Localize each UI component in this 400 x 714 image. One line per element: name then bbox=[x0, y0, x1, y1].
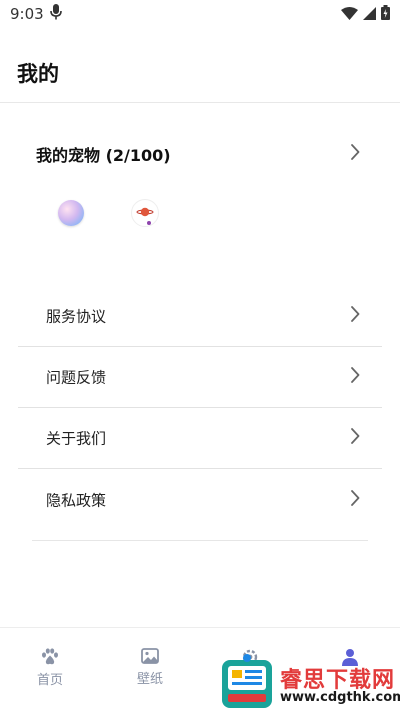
chevron-right-icon bbox=[350, 306, 360, 326]
menu-item-about-us[interactable]: 关于我们 bbox=[18, 408, 382, 469]
status-bar: 9:03 bbox=[0, 0, 400, 28]
menu-item-label: 隐私政策 bbox=[46, 491, 107, 509]
nav-label: 壁纸 bbox=[136, 672, 163, 687]
planet-pet-icon[interactable] bbox=[131, 199, 159, 227]
watermark-url: www.cdgthk.com bbox=[280, 690, 400, 705]
status-time: 9:03 bbox=[10, 5, 44, 23]
my-pets-title: 我的宠物 (2/100) bbox=[36, 146, 171, 165]
my-pets-row[interactable]: 我的宠物 (2/100) bbox=[0, 130, 400, 174]
nav-tab-wallpaper[interactable]: 壁纸 bbox=[110, 648, 190, 687]
menu-item-feedback[interactable]: 问题反馈 bbox=[18, 347, 382, 408]
wifi-icon bbox=[341, 5, 358, 24]
status-left: 9:03 bbox=[10, 4, 62, 24]
paw-icon bbox=[10, 648, 90, 665]
battery-icon bbox=[381, 4, 390, 24]
menu-item-service-agreement[interactable]: 服务协议 bbox=[18, 286, 382, 347]
chevron-right-icon bbox=[350, 367, 360, 387]
watermark-logo-icon bbox=[220, 652, 274, 714]
chevron-right-icon bbox=[350, 144, 360, 164]
pearl-orb-pet-icon[interactable] bbox=[58, 200, 84, 226]
chevron-right-icon bbox=[350, 428, 360, 448]
divider bbox=[32, 540, 368, 541]
menu-item-label: 关于我们 bbox=[46, 429, 107, 448]
watermark: 睿思下载网 www.cdgthk.com bbox=[218, 650, 400, 711]
page-header: 我的 bbox=[0, 28, 400, 103]
status-right bbox=[341, 4, 390, 24]
cellular-signal-icon bbox=[363, 5, 376, 24]
nav-label: 首页 bbox=[36, 673, 63, 688]
menu-item-label: 服务协议 bbox=[46, 307, 107, 326]
image-icon bbox=[110, 648, 190, 664]
chevron-right-icon bbox=[350, 489, 360, 510]
nav-tab-home[interactable]: 首页 bbox=[10, 648, 90, 688]
page-title: 我的 bbox=[17, 62, 59, 86]
microphone-icon bbox=[49, 4, 62, 24]
menu-item-privacy-policy[interactable]: 隐私政策 bbox=[18, 469, 382, 530]
menu-item-label: 问题反馈 bbox=[46, 368, 107, 387]
